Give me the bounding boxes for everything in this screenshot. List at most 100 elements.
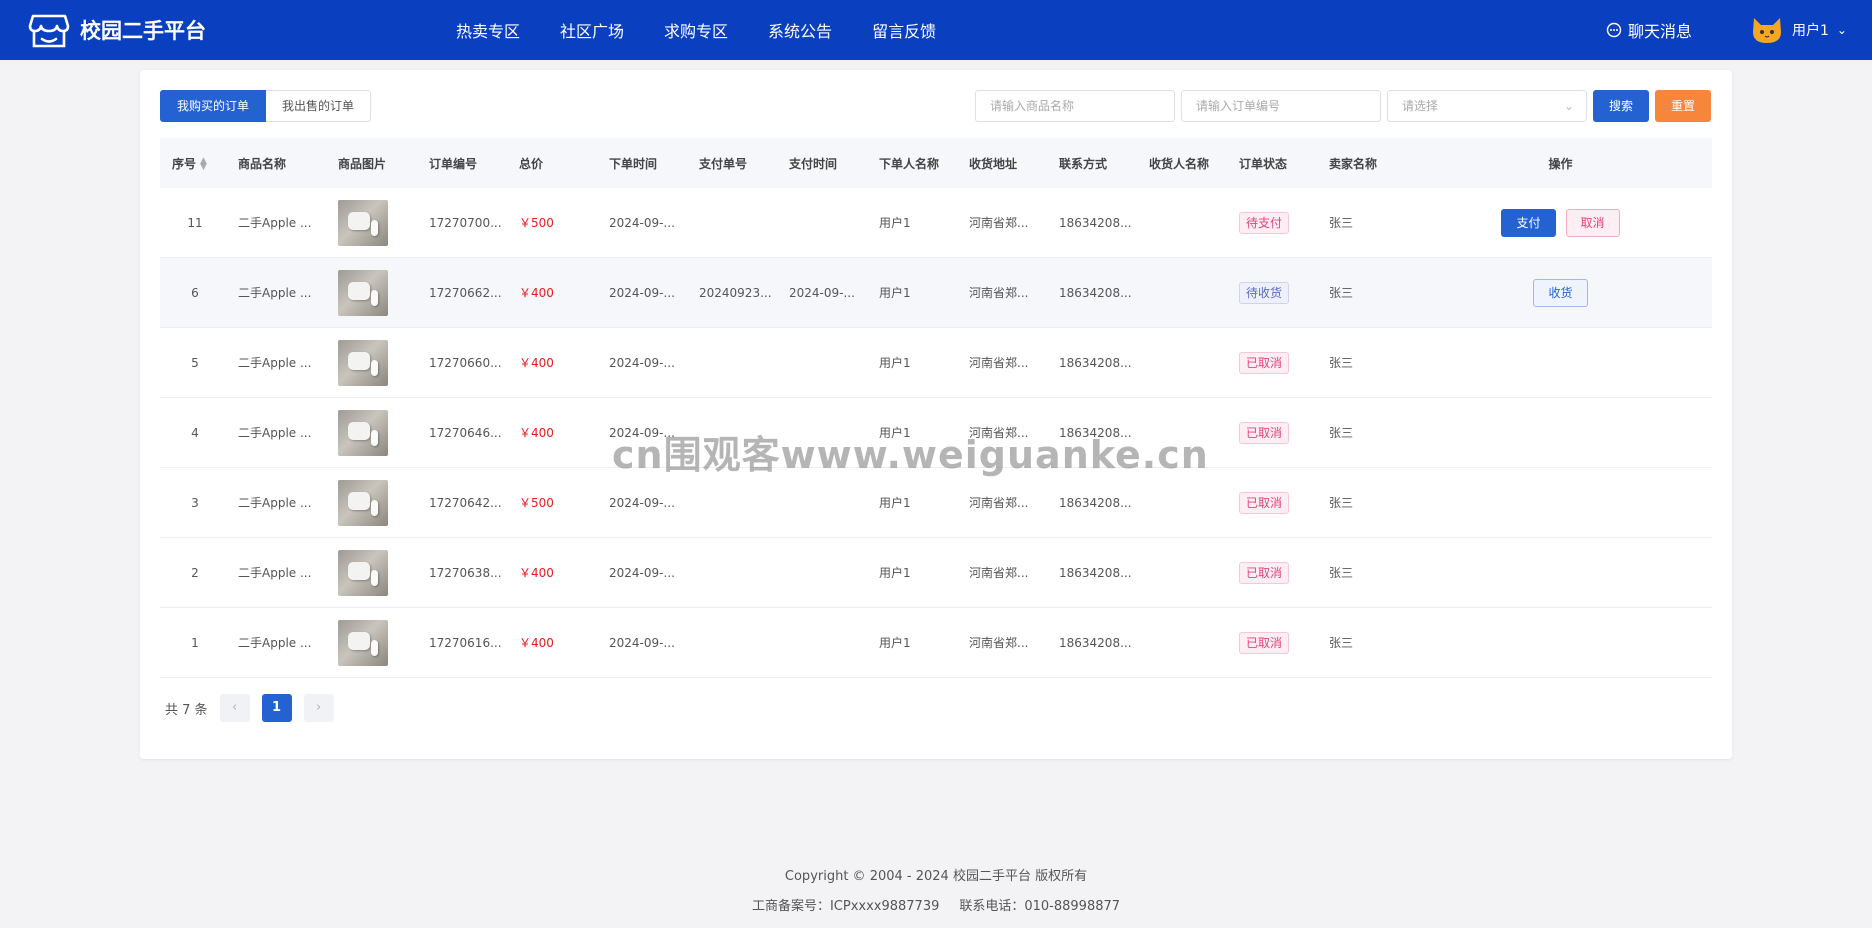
cell-total-price-text: ￥500 <box>519 216 554 230</box>
cell-order-number: 17270662... <box>429 286 519 300</box>
tab-sold-orders[interactable]: 我出售的订单 <box>266 90 372 122</box>
cell-index: 11 <box>160 216 230 230</box>
table-row[interactable]: 5 二手Apple ... 17270660... ￥400 2024-09-... 用户… <box>160 328 1712 398</box>
cell-address-text: 河南省郑... <box>969 286 1029 300</box>
cell-address: 河南省郑... <box>969 284 1059 301</box>
table-row[interactable]: 1 二手Apple ... 17270616... ￥400 2024-09-... 用户… <box>160 608 1712 678</box>
orders-table: 序号 ▲ ▼ 商品名称 商品图片 订单编号 总价 下单时间 支付单号 支付时间 下单… <box>160 138 1712 678</box>
product-thumbnail[interactable] <box>338 479 388 526</box>
cell-total-price-text: ￥400 <box>519 286 554 300</box>
cell-phone: 18634208... <box>1059 286 1149 300</box>
cell-index: 1 <box>160 636 230 650</box>
cell-total-price-text: ￥400 <box>519 566 554 580</box>
sort-icon[interactable]: ▲ ▼ <box>200 157 207 172</box>
user-name: 用户1 <box>1792 23 1829 39</box>
table-row[interactable]: 3 二手Apple ... 17270642... ￥500 2024-09-... 用户… <box>160 468 1712 538</box>
cell-product-image <box>338 479 429 526</box>
nav-feedback[interactable]: 留言反馈 <box>872 18 936 42</box>
page-1-button[interactable]: 1 <box>261 694 292 722</box>
nav-announcements[interactable]: 系统公告 <box>768 18 832 42</box>
product-name-input[interactable]: 请输入商品名称 <box>975 90 1175 122</box>
cell-phone: 18634208... <box>1059 496 1149 510</box>
col-payment-number: 支付单号 <box>699 156 748 171</box>
user-menu[interactable]: 用户1 ⌄ <box>1750 14 1847 46</box>
cell-product-name: 二手Apple ... <box>238 354 338 371</box>
cell-buyer-name: 用户1 <box>879 354 969 371</box>
cell-total-price-text: ￥500 <box>519 496 554 510</box>
col-payment-time: 支付时间 <box>789 156 838 171</box>
product-thumbnail[interactable] <box>338 339 388 386</box>
chat-messages-link[interactable]: 聊天消息 <box>1606 18 1692 42</box>
cell-address-text: 河南省郑... <box>969 496 1029 510</box>
cell-seller-name: 张三 <box>1329 564 1419 581</box>
nav-community[interactable]: 社区广场 <box>560 18 624 42</box>
cell-actions: 支付 取消 <box>1419 208 1702 237</box>
cell-buyer-name-text: 用户1 <box>879 426 911 440</box>
chat-icon <box>1606 22 1622 38</box>
nav-wanted[interactable]: 求购专区 <box>664 18 728 42</box>
cell-address-text: 河南省郑... <box>969 356 1029 370</box>
cell-order-time-text: 2024-09-... <box>609 635 675 650</box>
cell-order-time: 2024-09-... <box>609 496 699 510</box>
confirm-receipt-button[interactable]: 收货 <box>1533 278 1588 307</box>
pay-button[interactable]: 支付 <box>1501 208 1556 237</box>
icp-number: 工商备案号：ICPxxxx9887739 <box>751 899 940 914</box>
cell-product-image <box>338 199 429 246</box>
cell-seller-name: 张三 <box>1329 634 1419 651</box>
product-thumbnail[interactable] <box>338 409 388 456</box>
product-thumbnail[interactable] <box>338 619 388 666</box>
cell-order-time: 2024-09-... <box>609 426 699 440</box>
cell-product-name: 二手Apple ... <box>238 284 338 301</box>
orders-card: 我购买的订单 我出售的订单 请输入商品名称 请输入订单编号 请选择 ⌄ 搜索 重… <box>140 70 1732 759</box>
cell-product-name-text: 二手Apple ... <box>238 216 312 230</box>
cell-buyer-name-text: 用户1 <box>879 216 911 230</box>
nav-hot-sale[interactable]: 热卖专区 <box>456 18 520 42</box>
cell-phone-text: 18634208... <box>1059 215 1132 230</box>
cell-address: 河南省郑... <box>969 354 1059 371</box>
cell-index-text: 4 <box>191 425 199 440</box>
status-select-placeholder: 请选择 <box>1402 99 1439 113</box>
cell-buyer-name: 用户1 <box>879 564 969 581</box>
reset-button[interactable]: 重置 <box>1655 90 1711 122</box>
product-thumbnail[interactable] <box>338 199 388 246</box>
order-number-input[interactable]: 请输入订单编号 <box>1181 90 1381 122</box>
cell-product-name-text: 二手Apple ... <box>238 426 312 440</box>
cell-buyer-name: 用户1 <box>879 284 969 301</box>
table-row[interactable]: 2 二手Apple ... 17270638... ￥400 2024-09-... 用户… <box>160 538 1712 608</box>
cell-payment-number-text: 20240923... <box>699 285 772 300</box>
cell-order-number: 17270638... <box>429 566 519 580</box>
cell-phone-text: 18634208... <box>1059 285 1132 300</box>
tab-bought-orders[interactable]: 我购买的订单 <box>160 90 267 122</box>
cell-index: 3 <box>160 496 230 510</box>
order-type-tabs: 我购买的订单 我出售的订单 <box>160 90 372 122</box>
table-row[interactable]: 11 二手Apple ... 17270700... ￥500 2024-09-... 用… <box>160 188 1712 258</box>
cell-total-price: ￥500 <box>519 214 609 231</box>
cell-payment-number: 20240923... <box>699 286 789 300</box>
cell-phone-text: 18634208... <box>1059 425 1132 440</box>
table-row[interactable]: 4 二手Apple ... 17270646... ￥400 2024-09-... 用户… <box>160 398 1712 468</box>
cell-index: 6 <box>160 286 230 300</box>
top-header: 校园二手平台 热卖专区 社区广场 求购专区 系统公告 留言反馈 聊天消息 用户1… <box>0 0 1872 60</box>
prev-page-button[interactable]: ‹ <box>219 694 250 722</box>
next-page-button[interactable]: › <box>303 694 334 722</box>
product-thumbnail[interactable] <box>338 269 388 316</box>
product-thumbnail[interactable] <box>338 549 388 596</box>
cell-total-price: ￥500 <box>519 494 609 511</box>
table-row[interactable]: 6 二手Apple ... 17270662... ￥400 2024-09-... 20… <box>160 258 1712 328</box>
cancel-order-button[interactable]: 取消 <box>1565 208 1620 237</box>
cell-address: 河南省郑... <box>969 634 1059 651</box>
footer-info: 工商备案号：ICPxxxx9887739 联系电话：010-88998877 <box>0 892 1872 922</box>
status-select[interactable]: 请选择 ⌄ <box>1387 90 1587 122</box>
status-badge: 已取消 <box>1239 561 1290 584</box>
main-nav: 热卖专区 社区广场 求购专区 系统公告 留言反馈 <box>456 0 976 60</box>
col-index[interactable]: 序号 ▲ ▼ <box>160 155 238 172</box>
cell-product-image <box>338 549 429 596</box>
cell-buyer-name-text: 用户1 <box>879 356 911 370</box>
avatar <box>1753 18 1781 43</box>
cell-product-name-text: 二手Apple ... <box>238 566 312 580</box>
search-button[interactable]: 搜索 <box>1593 90 1649 122</box>
logo[interactable]: 校园二手平台 <box>28 10 206 50</box>
cell-total-price: ￥400 <box>519 564 609 581</box>
cell-buyer-name: 用户1 <box>879 494 969 511</box>
cell-seller-name-text: 张三 <box>1329 496 1354 510</box>
